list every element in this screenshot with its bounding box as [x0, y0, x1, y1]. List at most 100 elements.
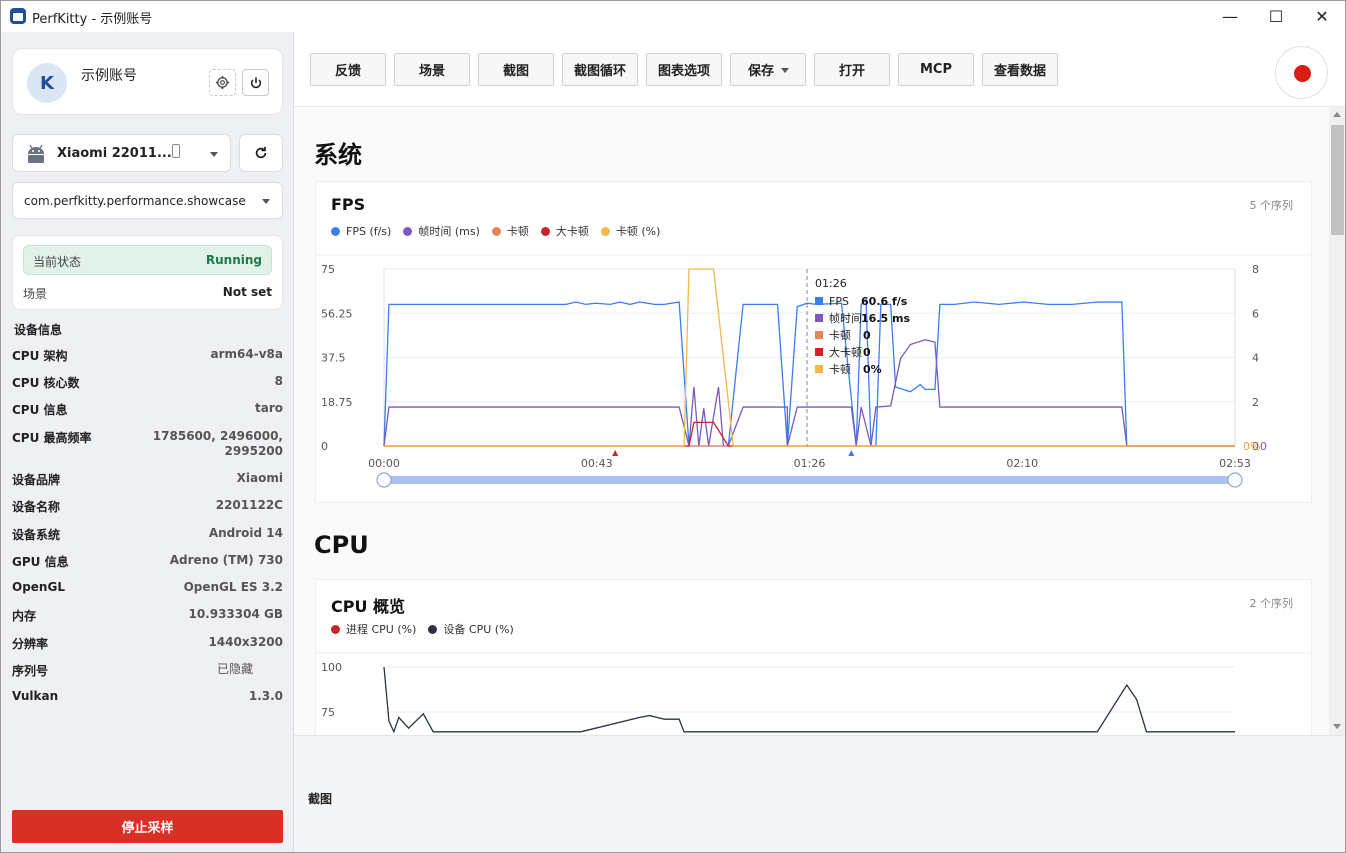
device-info-key: GPU 信息 [12, 555, 69, 569]
window-title: PerfKitty - 示例账号 [32, 12, 153, 27]
zoom-handle-right[interactable] [1227, 472, 1243, 488]
event-marker-icon [612, 450, 619, 456]
package-name: com.perfkitty.performance.showcase [24, 194, 246, 208]
device-info-value: 1.3.0 [248, 689, 283, 703]
scene-value: Not set [222, 285, 272, 299]
tooltip-series-name: 卡顿 [829, 328, 851, 342]
record-icon [1294, 65, 1311, 82]
device-info-row: OpenGL OpenGL ES 3.2 [12, 580, 283, 600]
device-info-key: 序列号 [12, 664, 49, 678]
screenshot-button[interactable]: 截图 [478, 53, 554, 86]
app-logo-icon [10, 8, 26, 24]
save-button[interactable]: 保存 [730, 53, 806, 86]
device-info-row: 内存 10.933304 GB [12, 607, 283, 627]
android-icon [28, 144, 44, 163]
device-info-row: Vulkan 1.3.0 [12, 689, 283, 709]
title-bar: PerfKitty - 示例账号 — ☐ ✕ [1, 1, 1345, 32]
vertical-scrollbar[interactable] [1329, 107, 1345, 735]
save-button-label: 保存 [748, 64, 775, 79]
y2-tick-label: 4 [1252, 352, 1259, 365]
fps-chart[interactable]: 75 56.25 37.5 18.75 0 8 6 4 2 0 00:00 00:43 01:26 02:… [316, 182, 1313, 504]
power-icon [250, 76, 261, 88]
edge-label: 0 [1260, 440, 1267, 453]
usb-icon [172, 144, 180, 158]
device-info-key: OpenGL [12, 580, 65, 594]
device-info-value: taro [255, 401, 283, 415]
y2-tick-label: 8 [1252, 263, 1259, 276]
cpu-chart[interactable]: 100 75 [316, 580, 1313, 735]
tooltip-series-value: 60.6 f/s [861, 295, 908, 308]
refresh-icon [255, 146, 267, 159]
device-info-key: CPU 架构 [12, 349, 68, 363]
minimize-button[interactable]: — [1207, 1, 1253, 32]
scene-button[interactable]: 场景 [394, 53, 470, 86]
account-card: K 示例账号 [12, 48, 283, 115]
device-info-value: Xiaomi [236, 471, 283, 485]
account-name: 示例账号 [81, 68, 137, 84]
series-line-0 [383, 298, 1235, 447]
device-info-row: CPU 最高频率 1785600, 2496000, 2995200 [12, 429, 283, 458]
device-info-row: 序列号 已隐藏 [12, 662, 283, 682]
event-marker-icon [848, 450, 855, 456]
zoom-handle-left[interactable] [376, 472, 392, 488]
x-tick-label: 02:10 [1006, 457, 1038, 470]
sidebar: K 示例账号 Xiaomi 22011... com.perfkitty.per… [1, 32, 294, 852]
device-info-value: 1440x3200 [208, 635, 283, 649]
tooltip-series-name: 卡顿 [829, 362, 851, 376]
device-info-value: arm64-v8a [210, 347, 283, 361]
tooltip-time: 01:26 [815, 277, 847, 290]
device-info-heading: 设备信息 [14, 323, 63, 337]
tooltip-series-value: 0% [863, 363, 882, 376]
open-button[interactable]: 打开 [814, 53, 890, 86]
y2-tick-label: 6 [1252, 307, 1259, 320]
scrollbar-thumb[interactable] [1331, 125, 1344, 235]
x-tick-label: 00:00 [368, 457, 400, 470]
refresh-button[interactable] [239, 134, 283, 172]
mcp-button[interactable]: MCP [898, 53, 974, 86]
device-info-key: 设备品牌 [12, 473, 61, 487]
tooltip-series-name: FPS [829, 295, 849, 308]
cpu-chart-card: CPU 概览 2 个序列 进程 CPU (%) 设备 CPU (%) 100 75 [315, 579, 1313, 735]
scroll-down-icon[interactable] [1333, 724, 1341, 729]
y-tick-label: 0 [321, 440, 328, 453]
close-button[interactable]: ✕ [1299, 1, 1345, 32]
device-info-row: 设备系统 Android 14 [12, 526, 283, 546]
y2-tick-label: 2 [1252, 396, 1259, 409]
chart-options-button[interactable]: 图表选项 [646, 53, 722, 86]
maximize-button[interactable]: ☐ [1253, 1, 1299, 32]
tooltip-swatch-icon [815, 314, 824, 322]
status-badge: 当前状态 Running [23, 245, 272, 275]
feedback-button[interactable]: 反馈 [310, 53, 386, 86]
power-button[interactable] [242, 69, 269, 96]
section-title-system: 系统 [314, 141, 362, 169]
settings-button[interactable] [209, 69, 236, 96]
stop-sampling-button[interactable]: 停止采样 [12, 810, 283, 843]
y-tick-label: 18.75 [321, 396, 353, 409]
tooltip-series-value: 0 [863, 346, 871, 359]
device-name: Xiaomi 22011... [57, 146, 172, 161]
series-line-device-cpu [383, 666, 1235, 734]
screenshot-loop-button[interactable]: 截图循环 [562, 53, 638, 86]
package-select[interactable]: com.perfkitty.performance.showcase [12, 182, 283, 219]
chevron-down-icon [262, 199, 270, 204]
device-info-value: Adreno (TM) 730 [169, 553, 283, 567]
device-info-key: 设备系统 [12, 528, 61, 542]
avatar[interactable]: K [27, 63, 67, 103]
view-data-button[interactable]: 查看数据 [982, 53, 1058, 86]
scroll-up-icon[interactable] [1333, 112, 1341, 117]
app-window: PerfKitty - 示例账号 — ☐ ✕ K 示例账号 Xiaomi 220… [0, 0, 1346, 853]
series-line-3 [384, 421, 1235, 447]
status-label: 当前状态 [33, 255, 82, 269]
screenshot-panel-label: 截图 [308, 792, 333, 806]
y-tick-label: 37.5 [321, 352, 346, 365]
device-select[interactable]: Xiaomi 22011... [12, 134, 231, 172]
device-info-key: 分辨率 [12, 637, 49, 651]
record-button[interactable] [1275, 46, 1328, 99]
edge-label: 0% [1243, 440, 1260, 453]
charts-scroll-area[interactable]: 系统 FPS 5 个序列 FPS (f/s) 帧时间 (ms) 卡顿 大卡顿 卡顿 (%… [294, 107, 1345, 735]
device-info-row: 设备品牌 Xiaomi [12, 471, 283, 491]
tooltip-swatch-icon [815, 348, 824, 356]
device-info-key: Vulkan [12, 689, 59, 703]
device-info-value: 2995200 [224, 444, 283, 458]
tooltip-series-name: 帧时间 [829, 311, 862, 325]
